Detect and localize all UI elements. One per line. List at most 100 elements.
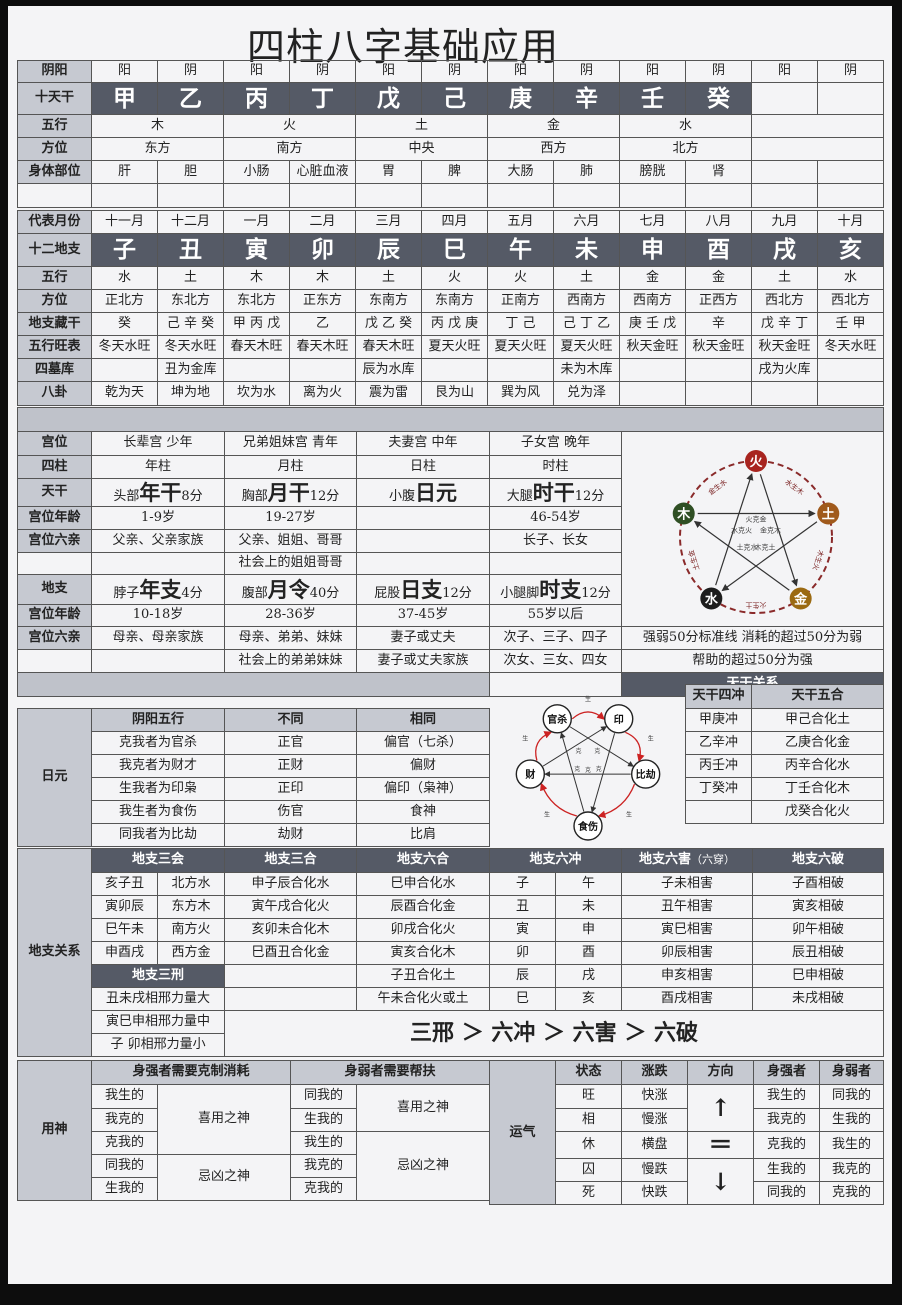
palace-cell: 夫妻宫 中年	[356, 431, 490, 456]
day-master-cell: 正官	[224, 731, 357, 755]
empty-cell	[356, 552, 490, 575]
branch-wuxing-cell: 金	[619, 266, 686, 290]
season-cell: 春天木旺	[289, 335, 356, 359]
body-cell: 心脏血液	[289, 160, 356, 184]
season-cell: 秋天金旺	[751, 335, 818, 359]
bagua-cell: 坤为地	[157, 381, 224, 406]
pillar-cell: 时柱	[489, 455, 622, 479]
ten-gods-wheel: 生克生克生克生克生克 官杀 印比劫食伤财	[515, 695, 661, 841]
branch-direction-cell: 正南方	[487, 289, 554, 313]
day-master-cell: 克我者为官杀	[91, 731, 225, 755]
day-master-cell: 劫财	[224, 823, 357, 847]
hidden-stem-cell: 戊 乙 癸	[355, 312, 422, 336]
row-label-kin-branch: 宫位六亲	[17, 626, 92, 650]
bagua-cell: 艮为山	[421, 381, 488, 406]
strong-fortune-cell: 我克的	[753, 1108, 820, 1132]
liupo-cell: 寅亥相破	[752, 895, 885, 919]
generate-label: 生	[626, 810, 632, 818]
empty-cell	[751, 381, 818, 406]
tomb-cell: 丑为金库	[157, 358, 224, 382]
row-label-day-master: 日元	[17, 708, 92, 847]
yinyang-cell: 阴	[685, 60, 752, 83]
empty-cell	[17, 552, 92, 575]
equal-icon: ＝	[708, 1131, 733, 1159]
hidden-stem-cell: 丁 己	[487, 312, 554, 336]
empty-cell	[223, 358, 290, 382]
sanhui-cell: 东方木	[156, 895, 226, 919]
control-label: 克	[574, 765, 580, 773]
strength-note: 帮助的超过50分为强	[620, 649, 885, 673]
row-label-branch-relations: 地支关系	[17, 848, 92, 1057]
liuchong-cell: 酉	[555, 941, 623, 965]
stem-position-prefix: 头部	[113, 488, 140, 504]
sanhe-cell: 申子辰合化水	[224, 872, 358, 896]
row-label-hidden-stems: 地支藏干	[17, 312, 92, 336]
stem-combine-cell: 乙庚合化金	[751, 731, 884, 755]
fortune-header: 状态	[555, 1060, 622, 1085]
branch-wuxing-cell: 火	[421, 266, 488, 290]
branch-wuxing-cell: 木	[289, 266, 356, 290]
arrow-up-icon: ↑	[710, 1092, 731, 1122]
branch-cell: 午	[487, 233, 554, 267]
liuhe-cell: 巳申合化水	[356, 872, 491, 896]
element-label-earth: 土	[822, 507, 835, 523]
control-arrow	[559, 732, 585, 812]
stem-cell: 己	[421, 82, 488, 115]
empty-cell	[817, 160, 884, 184]
empty-cell	[751, 114, 884, 138]
stem-combine-cell: 丙辛合化水	[751, 754, 884, 778]
day-master-cell: 偏官（七杀）	[356, 731, 490, 755]
liuchong-cell: 卯	[489, 941, 557, 965]
row-label-age-branch: 宫位年龄	[17, 604, 92, 627]
branch-position-suffix: 12分	[581, 585, 611, 601]
empty-cell	[751, 82, 818, 115]
month-cell: 十月	[817, 210, 884, 234]
branch-direction-cell: 西北方	[817, 289, 884, 313]
day-master-header: 不同	[224, 708, 357, 732]
branch-position-prefix: 屁股	[374, 585, 401, 601]
section-bar	[16, 407, 885, 432]
row-label-branch-direction: 方位	[17, 289, 92, 313]
season-cell: 夏天火旺	[553, 335, 620, 359]
hidden-stem-cell: 庚 壬 戊	[619, 312, 686, 336]
row-label-months: 代表月份	[17, 210, 92, 234]
day-master-header: 阴阳五行	[91, 708, 225, 732]
branch-cell: 未	[553, 233, 620, 267]
yinyang-cell: 阳	[355, 60, 422, 83]
liupo-cell: 子酉相破	[752, 872, 885, 896]
empty-cell	[817, 358, 884, 382]
liuchong-cell: 午	[555, 872, 623, 896]
branch-position-big: 日支	[400, 576, 443, 602]
stem-cell: 丁	[289, 82, 356, 115]
stem-combine-cell: 戊癸合化火	[751, 800, 884, 824]
strong-fortune-cell: 生我的	[753, 1158, 820, 1183]
hidden-stem-cell: 甲 丙 戊	[223, 312, 290, 336]
direction-cell: 南方	[223, 137, 356, 161]
trend-cell: 慢跌	[621, 1158, 688, 1183]
sanhui-cell: 寅卯辰	[91, 895, 158, 919]
empty-cell	[685, 358, 752, 382]
sanhe-cell: 寅午戌合化火	[224, 895, 358, 919]
strong-cell: 同我的	[91, 1154, 158, 1178]
month-cell: 五月	[487, 210, 554, 234]
day-master-cell: 伤官	[224, 800, 357, 824]
stem-combine-header: 天干五合	[751, 684, 884, 709]
generate-arrow	[571, 711, 605, 720]
hidden-stem-cell: 辛	[685, 312, 752, 336]
day-master-cell: 比肩	[356, 823, 490, 847]
sanhui-cell: 申酉戌	[91, 941, 158, 965]
season-cell: 秋天金旺	[619, 335, 686, 359]
empty-cell	[685, 183, 752, 208]
stem-position-cell: 小腹日元	[356, 478, 490, 507]
favorable-cell: 喜用之神	[356, 1084, 491, 1132]
branch-cell: 辰	[355, 233, 422, 267]
control-label: 克	[594, 747, 600, 755]
liuchong-header: 地支六冲	[489, 848, 623, 873]
pillar-cell: 日柱	[356, 455, 490, 479]
yinyang-cell: 阳	[751, 60, 818, 83]
row-label-four-pillars: 四柱	[17, 455, 92, 479]
branch-direction-cell: 东北方	[223, 289, 290, 313]
row-label-yinyang: 阴阳	[17, 60, 92, 83]
stem-position-big: 月干	[267, 479, 310, 505]
row-label-branch-wuxing: 五行	[17, 266, 92, 290]
